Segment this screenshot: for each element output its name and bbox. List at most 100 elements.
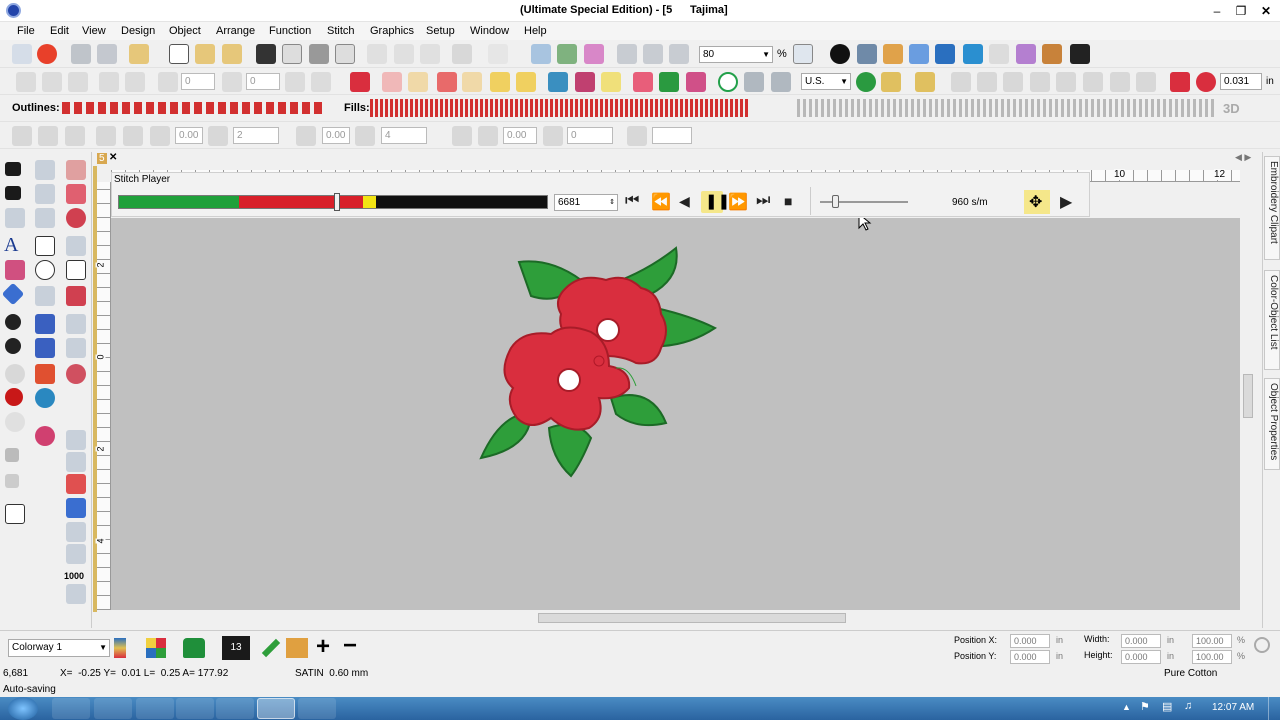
add-icon[interactable]: + [316, 633, 330, 661]
tatami-icon[interactable] [382, 72, 402, 92]
ellipse-icon[interactable] [35, 260, 55, 280]
backstitch-icon[interactable] [66, 522, 86, 542]
grid-fill-icon[interactable] [744, 72, 764, 92]
rectangle-icon[interactable] [35, 236, 55, 256]
monogram-icon[interactable] [5, 260, 25, 280]
print-preview-icon[interactable] [335, 44, 355, 64]
network-icon[interactable]: ▤ [1162, 700, 1172, 713]
tab-embroidery-clipart[interactable]: Embroidery Clipart [1264, 156, 1280, 260]
mirror-horizontal-icon[interactable] [16, 72, 36, 92]
group-icon[interactable] [951, 72, 971, 92]
shape-icon[interactable] [408, 72, 428, 92]
split-icon[interactable] [66, 584, 86, 604]
unlock-icon[interactable] [1030, 72, 1050, 92]
menu-help[interactable]: Help [524, 25, 547, 37]
sequin-icon[interactable] [66, 452, 86, 472]
rotate-tool-icon[interactable] [35, 184, 55, 204]
info-icon[interactable] [830, 44, 850, 64]
color-grid-icon[interactable] [909, 44, 929, 64]
home-icon[interactable] [12, 44, 32, 64]
redo-icon[interactable] [488, 44, 508, 64]
convert-icon[interactable] [516, 72, 536, 92]
copies-field[interactable]: 0.00 [503, 127, 537, 144]
table-icon[interactable] [771, 72, 791, 92]
outline-stitch-palette[interactable] [62, 102, 324, 114]
ungroup-icon[interactable] [977, 72, 997, 92]
horizontal-scroll-thumb[interactable] [538, 613, 846, 623]
menu-edit[interactable]: Edit [50, 25, 69, 37]
slideshow-icon[interactable] [793, 44, 813, 64]
mirror-vertical-icon[interactable] [42, 72, 62, 92]
fill-stitch-palette[interactable] [370, 99, 748, 117]
zoom-box-icon[interactable] [531, 44, 551, 64]
frame-icon[interactable] [5, 504, 25, 524]
last-icon[interactable]: ⏭ [756, 192, 770, 210]
circle-tool-icon[interactable] [718, 72, 738, 92]
undo-icon[interactable] [452, 44, 472, 64]
menu-design[interactable]: Design [121, 25, 155, 37]
blank-circle-icon[interactable] [5, 412, 25, 432]
feather-icon[interactable] [437, 72, 457, 92]
artwork-icon[interactable] [1070, 44, 1090, 64]
width-field[interactable]: 0.000 [1121, 634, 1161, 648]
vertical-scrollbar[interactable] [1241, 182, 1255, 610]
app-logo-icon[interactable] [6, 3, 21, 18]
letter-count-field[interactable]: 0.00 [175, 127, 203, 144]
sequence-icon[interactable] [1016, 44, 1036, 64]
spacing-icon[interactable] [208, 126, 228, 146]
colorway-dropdown[interactable]: Colorway 1 ▼ [8, 639, 110, 657]
copies-icon[interactable] [478, 126, 498, 146]
satin-icon[interactable] [350, 72, 370, 92]
measure-icon[interactable] [643, 44, 663, 64]
stop-icon[interactable]: ■ [784, 193, 792, 209]
fast-forward-icon[interactable]: ⏩ [728, 192, 748, 212]
array-icon[interactable] [96, 126, 116, 146]
wrap-icon[interactable] [123, 126, 143, 146]
intersect-icon[interactable] [1110, 72, 1130, 92]
units-dropdown[interactable]: U.S. ▼ [801, 73, 851, 90]
line-count-field[interactable]: 0.00 [322, 127, 350, 144]
diamond-icon[interactable] [1, 282, 25, 306]
stitch-edit-icon[interactable] [66, 160, 86, 180]
remove-icon[interactable]: − [343, 633, 357, 659]
select-arrow-icon[interactable] [5, 162, 21, 176]
color-wheel-icon[interactable] [35, 388, 55, 408]
spacing-field[interactable]: 2 [233, 127, 279, 144]
angle-icon[interactable] [627, 126, 647, 146]
weld-icon[interactable] [1056, 72, 1076, 92]
first-icon[interactable]: ⏮ [625, 192, 639, 210]
save-icon[interactable] [256, 44, 276, 64]
slant-angle-field[interactable]: 0 [246, 73, 280, 90]
lettering-icon[interactable]: A [4, 234, 18, 257]
obs-icon[interactable] [298, 698, 336, 719]
grid-icon[interactable] [989, 44, 1009, 64]
align-icon[interactable] [125, 72, 145, 92]
rotate-left-icon[interactable] [158, 72, 178, 92]
speed-slider-thumb[interactable] [832, 195, 839, 208]
shapes-icon[interactable] [35, 286, 55, 306]
curve-tool-icon[interactable] [66, 286, 86, 306]
flag-icon[interactable]: ⚑ [1140, 700, 1150, 713]
rewind-icon[interactable]: ⏪ [651, 192, 671, 212]
thread-count-box[interactable]: 13 [222, 636, 250, 660]
lock-icon[interactable] [1003, 72, 1023, 92]
applique-tool-icon[interactable] [35, 364, 55, 384]
clock[interactable]: 12:07 AM [1212, 702, 1254, 713]
hole-icon[interactable] [5, 364, 25, 384]
height-field[interactable]: 0.000 [1121, 650, 1161, 664]
move-button[interactable]: ✥ [1024, 190, 1050, 214]
show-desktop-button[interactable] [1268, 697, 1280, 720]
offset-field[interactable]: 0 [567, 127, 613, 144]
stop-sign-icon[interactable] [5, 388, 23, 406]
scale-height-field[interactable]: 100.00 [1192, 650, 1232, 664]
resequence-icon[interactable] [5, 474, 19, 488]
tshirt-icon[interactable] [659, 72, 679, 92]
tools-icon[interactable] [97, 44, 117, 64]
start-button-icon[interactable] [8, 697, 38, 720]
point-icon[interactable] [5, 338, 21, 354]
menu-object[interactable]: Object [169, 25, 201, 37]
3d-view-icon[interactable]: 3D [1223, 101, 1240, 116]
angle-field[interactable] [652, 127, 692, 144]
front-back-icon[interactable] [1136, 72, 1156, 92]
crescent-icon[interactable] [35, 426, 55, 446]
